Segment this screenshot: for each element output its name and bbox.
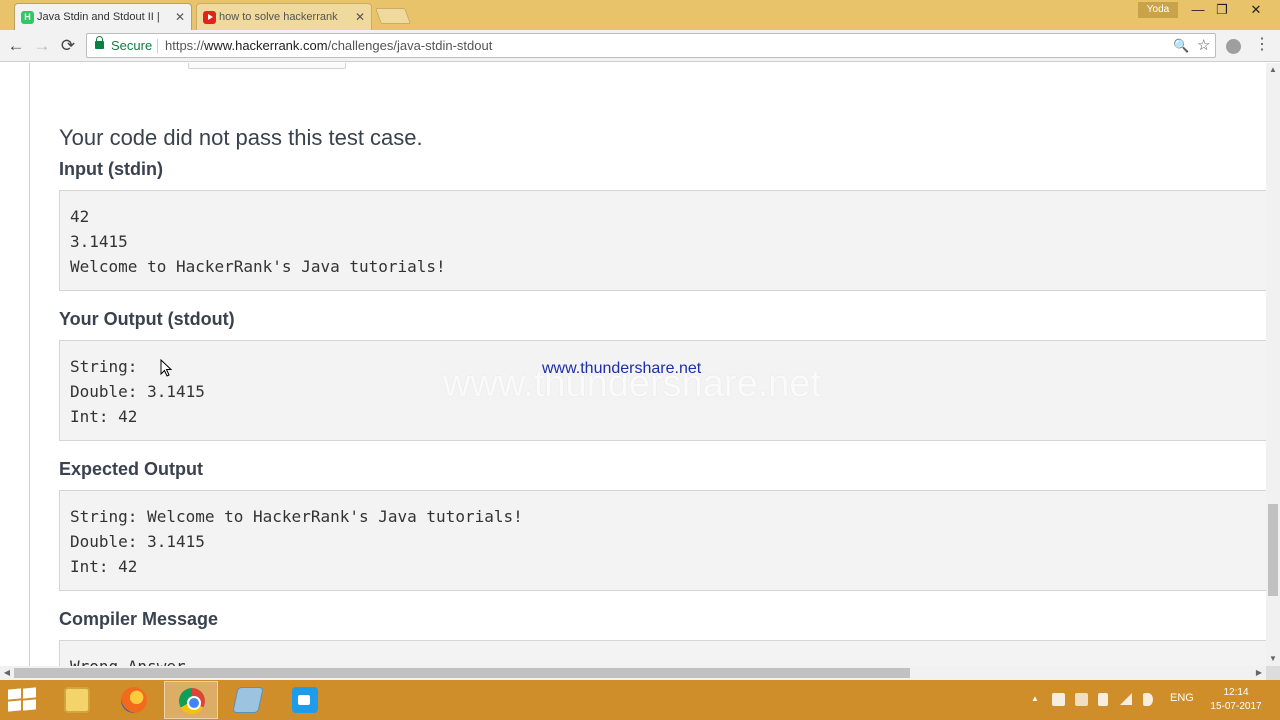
taskbar-notes[interactable] — [221, 681, 275, 719]
tab-how-to-solve-hackerrank[interactable]: how to solve hackerrank ✕ — [196, 3, 372, 30]
battery-icon[interactable] — [1098, 693, 1108, 706]
menu-icon[interactable]: ⋮ — [1254, 34, 1270, 54]
bookmark-star-icon[interactable]: ☆ — [1197, 34, 1210, 57]
partial-button[interactable] — [188, 63, 346, 69]
input-label: Input (stdin) — [59, 159, 163, 179]
language-indicator[interactable]: ENG — [1170, 692, 1194, 704]
code-line: Welcome to HackerRank's Java tutorials! — [70, 257, 446, 276]
volume-icon[interactable] — [1143, 693, 1153, 706]
tray-app-icon[interactable] — [1052, 693, 1065, 706]
scroll-left-icon[interactable]: ◀ — [0, 666, 14, 680]
taskbar-chrome[interactable] — [164, 681, 218, 719]
tab-java-stdin-stdout[interactable]: H Java Stdin and Stdout II | ✕ — [14, 3, 192, 30]
windows-logo-icon — [23, 687, 36, 699]
code-line: Int: 42 — [70, 407, 138, 426]
youtube-icon — [203, 11, 216, 24]
horizontal-scroll-thumb[interactable] — [14, 668, 910, 678]
compiler-message-label: Compiler Message — [59, 609, 219, 629]
window-user-badge[interactable]: Yoda — [1138, 2, 1178, 18]
forward-button[interactable]: → — [30, 34, 54, 58]
back-button[interactable]: ← — [4, 34, 28, 58]
clock-time: 12:14 — [1223, 687, 1249, 698]
new-tab-button[interactable] — [375, 8, 411, 24]
watermark-small: www.thundershare.net — [542, 360, 702, 377]
tab-close-icon[interactable]: ✕ — [175, 4, 185, 30]
horizontal-scrollbar[interactable]: ◀ ▶ — [0, 666, 1266, 680]
zoom-icon[interactable]: 🔍 — [1173, 34, 1189, 57]
vertical-scroll-thumb[interactable] — [1268, 504, 1278, 596]
code-line: Double: 3.1415 — [70, 532, 205, 551]
page-viewport: Your code did not pass this test case. I… — [0, 63, 1266, 666]
code-line: Wrong Answer — [70, 654, 1266, 666]
test-result-title: Your code did not pass this test case. — [59, 125, 423, 150]
clock-date: 15-07-2017 — [1210, 701, 1262, 712]
vertical-scrollbar[interactable]: ▲ ▼ — [1266, 63, 1280, 666]
expected-output-label: Expected Output — [59, 459, 204, 479]
windows-taskbar: ▲ ENG 12:14 15-07-2017 — [0, 680, 1280, 720]
file-explorer-icon — [64, 687, 90, 713]
address-separator — [157, 39, 158, 53]
taskbar-firefox[interactable] — [107, 681, 161, 719]
windows-logo-icon — [8, 700, 21, 712]
action-center-icon[interactable] — [1075, 693, 1088, 706]
network-signal-icon[interactable] — [1120, 693, 1132, 705]
firefox-icon — [121, 687, 147, 713]
restore-button[interactable]: ❐ — [1208, 0, 1236, 20]
chrome-icon — [179, 688, 205, 714]
url-path: /challenges/java-stdin-stdout — [327, 38, 493, 53]
scroll-right-icon[interactable]: ▶ — [1252, 666, 1266, 680]
url-host: www.hackerrank.com — [204, 38, 328, 53]
reload-button[interactable]: ⟳ — [56, 34, 80, 58]
expected-output-box: String: Welcome to HackerRank's Java tut… — [59, 490, 1266, 591]
scroll-down-icon[interactable]: ▼ — [1266, 652, 1280, 666]
taskbar-file-explorer[interactable] — [50, 681, 104, 719]
url-scheme: https:// — [165, 38, 205, 53]
compiler-message-box: Wrong Answer — [59, 640, 1266, 666]
windows-logo-icon — [8, 688, 21, 700]
start-button[interactable] — [8, 687, 38, 712]
camera-icon — [292, 687, 318, 713]
your-output-label: Your Output (stdout) — [59, 309, 235, 329]
extension-icon[interactable] — [1226, 39, 1241, 54]
code-line: String: Welcome to HackerRank's Java tut… — [70, 507, 523, 526]
system-clock[interactable]: 12:14 15-07-2017 — [1204, 686, 1268, 714]
tab-strip: H Java Stdin and Stdout II | ✕ how to so… — [0, 0, 1280, 30]
input-box: 42 3.1415 Welcome to HackerRank's Java t… — [59, 190, 1266, 291]
show-hidden-icons[interactable]: ▲ — [1031, 694, 1039, 703]
code-line: Int: 42 — [70, 557, 138, 576]
left-border-line — [29, 63, 30, 666]
taskbar-camera[interactable] — [278, 681, 332, 719]
scroll-up-icon[interactable]: ▲ — [1266, 63, 1280, 77]
close-window-button[interactable]: ✕ — [1234, 0, 1278, 20]
tab-title: Java Stdin and Stdout II | — [37, 11, 160, 23]
lock-icon — [95, 36, 104, 49]
tab-close-icon[interactable]: ✕ — [355, 4, 365, 30]
scrollbar-corner — [1266, 666, 1280, 680]
tab-title: how to solve hackerrank — [219, 11, 338, 23]
url-text[interactable]: https://www.hackerrank.com/challenges/ja… — [165, 34, 492, 57]
secure-label: Secure — [111, 38, 153, 53]
code-line: 42 — [70, 207, 90, 226]
code-line: 3.1415 — [70, 232, 128, 251]
address-bar[interactable]: Secure https://www.hackerrank.com/challe… — [86, 33, 1216, 58]
notes-icon — [232, 687, 264, 713]
windows-logo-icon — [23, 699, 36, 711]
hackerrank-icon: H — [21, 11, 34, 24]
browser-toolbar: ← → ⟳ Secure https://www.hackerrank.com/… — [0, 30, 1280, 62]
